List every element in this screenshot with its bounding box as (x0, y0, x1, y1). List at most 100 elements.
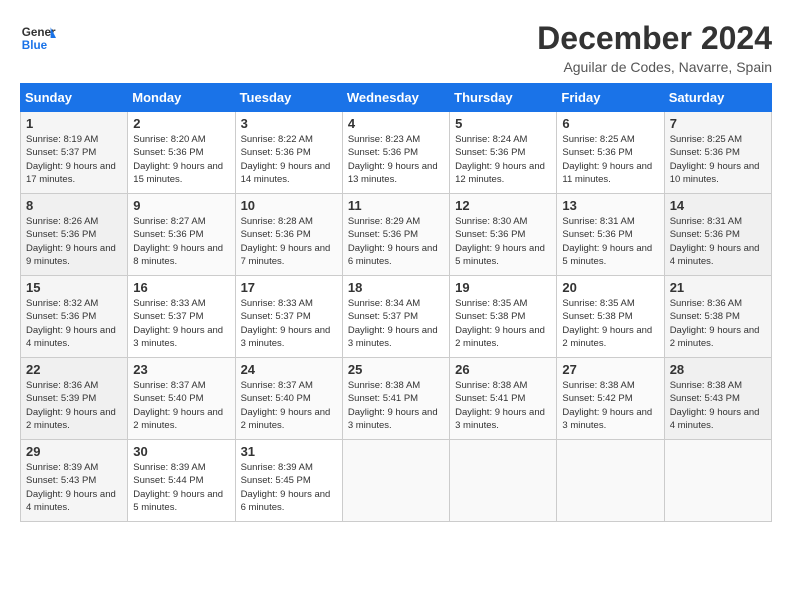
day-number: 21 (670, 280, 766, 295)
day-cell: 14 Sunrise: 8:31 AMSunset: 5:36 PMDayligh… (664, 194, 771, 276)
day-info: Sunrise: 8:39 AMSunset: 5:45 PMDaylight:… (241, 461, 337, 514)
day-number: 14 (670, 198, 766, 213)
day-cell: 4 Sunrise: 8:23 AMSunset: 5:36 PMDaylight… (342, 112, 449, 194)
day-cell: 26 Sunrise: 8:38 AMSunset: 5:41 PMDayligh… (450, 358, 557, 440)
day-info: Sunrise: 8:31 AMSunset: 5:36 PMDaylight:… (562, 215, 658, 268)
day-number: 26 (455, 362, 551, 377)
day-cell: 6 Sunrise: 8:25 AMSunset: 5:36 PMDaylight… (557, 112, 664, 194)
day-info: Sunrise: 8:38 AMSunset: 5:41 PMDaylight:… (455, 379, 551, 432)
day-number: 24 (241, 362, 337, 377)
calendar-table: SundayMondayTuesdayWednesdayThursdayFrid… (20, 83, 772, 522)
logo: General Blue (20, 20, 56, 56)
day-cell (450, 440, 557, 522)
day-info: Sunrise: 8:24 AMSunset: 5:36 PMDaylight:… (455, 133, 551, 186)
day-cell (664, 440, 771, 522)
day-number: 22 (26, 362, 122, 377)
day-number: 13 (562, 198, 658, 213)
day-number: 10 (241, 198, 337, 213)
day-number: 7 (670, 116, 766, 131)
day-info: Sunrise: 8:39 AMSunset: 5:43 PMDaylight:… (26, 461, 122, 514)
day-cell: 11Sunrise: 8:29 AMSunset: 5:36 PMDayligh… (342, 194, 449, 276)
day-number: 2 (133, 116, 229, 131)
day-number: 3 (241, 116, 337, 131)
day-info: Sunrise: 8:33 AMSunset: 5:37 PMDaylight:… (133, 297, 229, 350)
day-info: Sunrise: 8:20 AMSunset: 5:36 PMDaylight:… (133, 133, 229, 186)
day-cell: 8 Sunrise: 8:26 AMSunset: 5:36 PMDaylight… (21, 194, 128, 276)
day-cell: 31 Sunrise: 8:39 AMSunset: 5:45 PMDayligh… (235, 440, 342, 522)
col-header-thursday: Thursday (450, 84, 557, 112)
day-number: 16 (133, 280, 229, 295)
day-info: Sunrise: 8:37 AMSunset: 5:40 PMDaylight:… (133, 379, 229, 432)
day-number: 15 (26, 280, 122, 295)
page-header: General Blue December 2024 Aguilar de Co… (20, 20, 772, 75)
day-number: 1 (26, 116, 122, 131)
day-number: 8 (26, 198, 122, 213)
day-cell: 18Sunrise: 8:34 AMSunset: 5:37 PMDayligh… (342, 276, 449, 358)
week-row-2: 8 Sunrise: 8:26 AMSunset: 5:36 PMDaylight… (21, 194, 772, 276)
day-number: 5 (455, 116, 551, 131)
day-cell: 27 Sunrise: 8:38 AMSunset: 5:42 PMDayligh… (557, 358, 664, 440)
day-info: Sunrise: 8:22 AMSunset: 5:36 PMDaylight:… (241, 133, 337, 186)
day-cell: 13 Sunrise: 8:31 AMSunset: 5:36 PMDayligh… (557, 194, 664, 276)
col-header-tuesday: Tuesday (235, 84, 342, 112)
day-info: Sunrise: 8:38 AMSunset: 5:43 PMDaylight:… (670, 379, 766, 432)
day-info: Sunrise: 8:36 AMSunset: 5:38 PMDaylight:… (670, 297, 766, 350)
logo-icon: General Blue (20, 20, 56, 56)
day-info: Sunrise: 8:29 AMSunset: 5:36 PMDaylight:… (348, 215, 444, 268)
day-cell: 17Sunrise: 8:33 AMSunset: 5:37 PMDayligh… (235, 276, 342, 358)
day-info: Sunrise: 8:38 AMSunset: 5:42 PMDaylight:… (562, 379, 658, 432)
day-cell: 5 Sunrise: 8:24 AMSunset: 5:36 PMDaylight… (450, 112, 557, 194)
day-number: 9 (133, 198, 229, 213)
col-header-saturday: Saturday (664, 84, 771, 112)
day-info: Sunrise: 8:28 AMSunset: 5:36 PMDaylight:… (241, 215, 337, 268)
day-number: 4 (348, 116, 444, 131)
day-info: Sunrise: 8:19 AMSunset: 5:37 PMDaylight:… (26, 133, 122, 186)
day-cell: 21 Sunrise: 8:36 AMSunset: 5:38 PMDayligh… (664, 276, 771, 358)
day-cell: 24 Sunrise: 8:37 AMSunset: 5:40 PMDayligh… (235, 358, 342, 440)
day-cell: 29Sunrise: 8:39 AMSunset: 5:43 PMDayligh… (21, 440, 128, 522)
day-number: 18 (348, 280, 444, 295)
day-number: 25 (348, 362, 444, 377)
day-number: 31 (241, 444, 337, 459)
day-cell: 22Sunrise: 8:36 AMSunset: 5:39 PMDayligh… (21, 358, 128, 440)
day-info: Sunrise: 8:32 AMSunset: 5:36 PMDaylight:… (26, 297, 122, 350)
month-title: December 2024 (537, 20, 772, 57)
day-cell: 19Sunrise: 8:35 AMSunset: 5:38 PMDayligh… (450, 276, 557, 358)
day-cell: 30 Sunrise: 8:39 AMSunset: 5:44 PMDayligh… (128, 440, 235, 522)
day-info: Sunrise: 8:37 AMSunset: 5:40 PMDaylight:… (241, 379, 337, 432)
day-number: 20 (562, 280, 658, 295)
day-cell: 15 Sunrise: 8:32 AMSunset: 5:36 PMDayligh… (21, 276, 128, 358)
week-row-3: 15 Sunrise: 8:32 AMSunset: 5:36 PMDayligh… (21, 276, 772, 358)
day-number: 6 (562, 116, 658, 131)
header-row: SundayMondayTuesdayWednesdayThursdayFrid… (21, 84, 772, 112)
location: Aguilar de Codes, Navarre, Spain (537, 59, 772, 75)
day-info: Sunrise: 8:38 AMSunset: 5:41 PMDaylight:… (348, 379, 444, 432)
day-cell: 16 Sunrise: 8:33 AMSunset: 5:37 PMDayligh… (128, 276, 235, 358)
day-number: 30 (133, 444, 229, 459)
day-cell: 3 Sunrise: 8:22 AMSunset: 5:36 PMDaylight… (235, 112, 342, 194)
day-number: 27 (562, 362, 658, 377)
day-number: 23 (133, 362, 229, 377)
day-cell: 23 Sunrise: 8:37 AMSunset: 5:40 PMDayligh… (128, 358, 235, 440)
day-info: Sunrise: 8:33 AMSunset: 5:37 PMDaylight:… (241, 297, 337, 350)
day-info: Sunrise: 8:25 AMSunset: 5:36 PMDaylight:… (562, 133, 658, 186)
title-block: December 2024 Aguilar de Codes, Navarre,… (537, 20, 772, 75)
day-info: Sunrise: 8:23 AMSunset: 5:36 PMDaylight:… (348, 133, 444, 186)
day-info: Sunrise: 8:39 AMSunset: 5:44 PMDaylight:… (133, 461, 229, 514)
day-info: Sunrise: 8:35 AMSunset: 5:38 PMDaylight:… (562, 297, 658, 350)
day-info: Sunrise: 8:31 AMSunset: 5:36 PMDaylight:… (670, 215, 766, 268)
day-cell: 25 Sunrise: 8:38 AMSunset: 5:41 PMDayligh… (342, 358, 449, 440)
col-header-sunday: Sunday (21, 84, 128, 112)
day-info: Sunrise: 8:27 AMSunset: 5:36 PMDaylight:… (133, 215, 229, 268)
day-number: 12 (455, 198, 551, 213)
day-info: Sunrise: 8:26 AMSunset: 5:36 PMDaylight:… (26, 215, 122, 268)
day-cell: 20 Sunrise: 8:35 AMSunset: 5:38 PMDayligh… (557, 276, 664, 358)
col-header-wednesday: Wednesday (342, 84, 449, 112)
col-header-friday: Friday (557, 84, 664, 112)
week-row-5: 29Sunrise: 8:39 AMSunset: 5:43 PMDayligh… (21, 440, 772, 522)
day-cell: 1 Sunrise: 8:19 AMSunset: 5:37 PMDaylight… (21, 112, 128, 194)
day-info: Sunrise: 8:35 AMSunset: 5:38 PMDaylight:… (455, 297, 551, 350)
week-row-1: 1 Sunrise: 8:19 AMSunset: 5:37 PMDaylight… (21, 112, 772, 194)
day-cell: 28Sunrise: 8:38 AMSunset: 5:43 PMDayligh… (664, 358, 771, 440)
day-info: Sunrise: 8:30 AMSunset: 5:36 PMDaylight:… (455, 215, 551, 268)
